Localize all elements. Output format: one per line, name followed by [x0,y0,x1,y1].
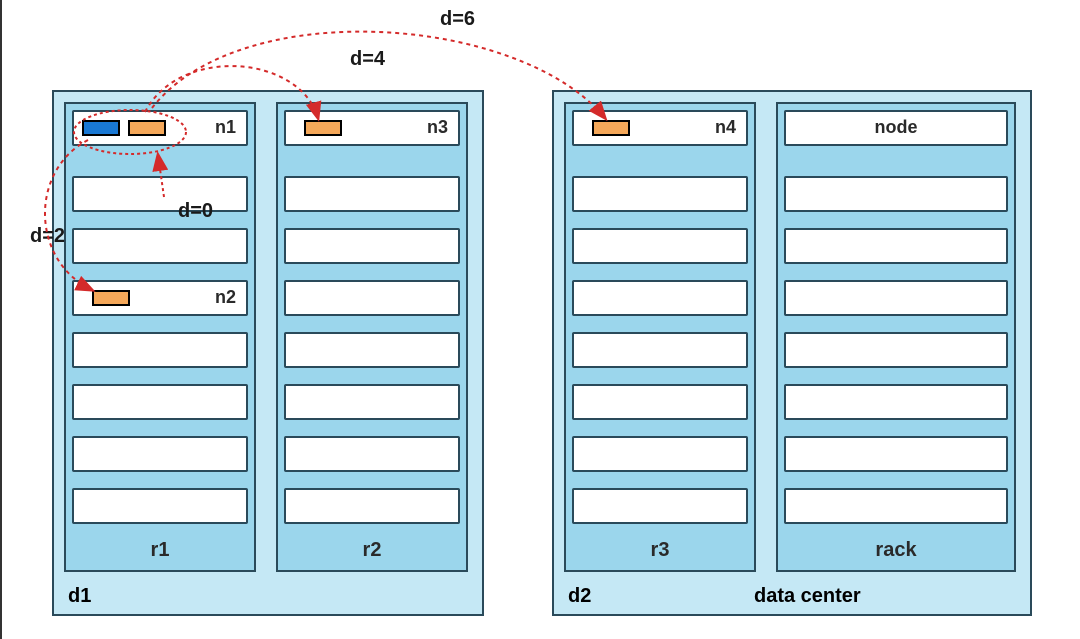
node-label: n4 [715,117,736,138]
block-source [82,120,120,136]
distance-d4-label: d=4 [350,48,385,71]
block-replica-n3 [304,120,342,136]
distance-d2-label: d=2 [30,225,65,248]
empty-slot [784,228,1008,264]
empty-slot [572,436,748,472]
datacenter-d2: n4 r3 node rack d2 data center [552,90,1032,616]
node-label: n1 [215,117,236,138]
empty-slot [72,436,248,472]
rack-label: r1 [66,539,254,562]
rack-r3: n4 r3 [564,102,756,572]
datacenter-caption: data center [754,585,861,608]
datacenter-d1: n1 n2 r1 n3 r [52,90,484,616]
empty-slot [72,176,248,212]
datacenter-label: d2 [568,585,591,608]
rack-label: r2 [278,539,466,562]
node-n4-slot: n4 [572,110,748,146]
block-replica-n1 [128,120,166,136]
empty-slot [572,332,748,368]
node-n2-slot: n2 [72,280,248,316]
empty-slot [72,384,248,420]
empty-slot [784,436,1008,472]
empty-slot [572,280,748,316]
empty-slot [784,176,1008,212]
empty-slot [572,488,748,524]
empty-slot [284,176,460,212]
empty-slot [784,332,1008,368]
empty-slot [784,280,1008,316]
empty-slot [284,280,460,316]
node-n3-slot: n3 [284,110,460,146]
block-replica-n2 [92,290,130,306]
empty-slot [784,488,1008,524]
node-label: node [786,117,1006,138]
empty-slot [284,488,460,524]
node-n1-slot: n1 [72,110,248,146]
distance-d0-label: d=0 [178,200,213,223]
empty-slot [72,488,248,524]
empty-slot [284,436,460,472]
node-generic-slot: node [784,110,1008,146]
rack-r1: n1 n2 r1 [64,102,256,572]
empty-slot [572,384,748,420]
node-label: n2 [215,287,236,308]
rack-label: rack [778,539,1014,562]
block-replica-n4 [592,120,630,136]
empty-slot [284,384,460,420]
rack-r2: n3 r2 [276,102,468,572]
datacenter-label: d1 [68,585,91,608]
empty-slot [572,228,748,264]
rack-generic: node rack [776,102,1016,572]
network-distance-diagram: n1 n2 r1 n3 r [10,0,1080,639]
node-label: n3 [427,117,448,138]
empty-slot [284,228,460,264]
empty-slot [784,384,1008,420]
empty-slot [72,228,248,264]
distance-d6-label: d=6 [440,8,475,31]
empty-slot [572,176,748,212]
empty-slot [72,332,248,368]
rack-label: r3 [566,539,754,562]
empty-slot [284,332,460,368]
